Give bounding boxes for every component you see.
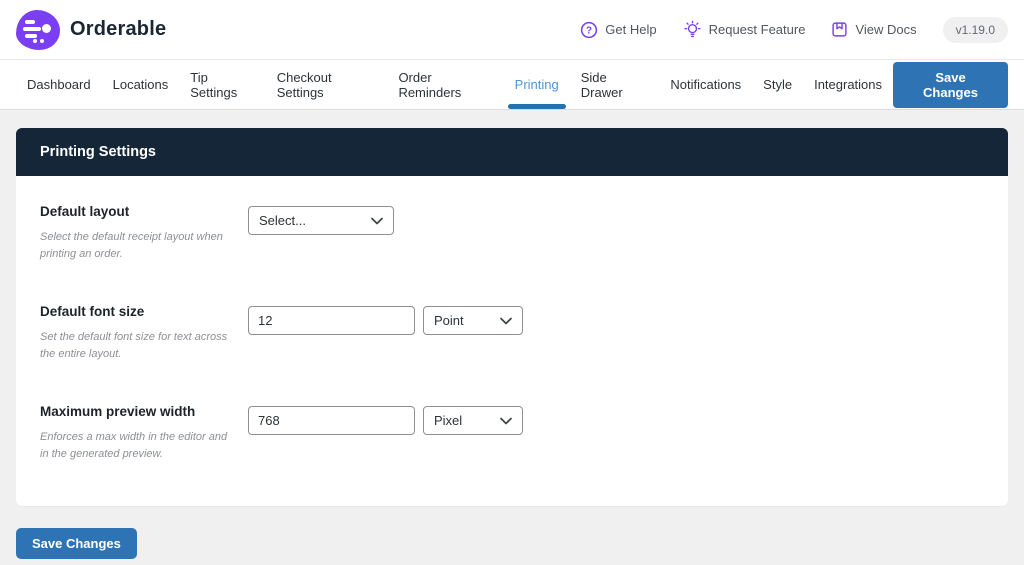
field-description: Select the default receipt layout when p… bbox=[40, 231, 223, 260]
chevron-down-icon bbox=[371, 213, 383, 228]
save-changes-button-top[interactable]: Save Changes bbox=[893, 61, 1008, 108]
tab-order-reminders[interactable]: Order Reminders bbox=[387, 60, 503, 109]
field-row-default-font-size: Default font size Set the default font s… bbox=[40, 304, 984, 362]
printing-settings-panel: Printing Settings Default layout Select … bbox=[16, 128, 1008, 506]
get-help-link[interactable]: ? Get Help bbox=[580, 21, 657, 39]
font-size-unit-select[interactable]: Point bbox=[423, 306, 523, 335]
tab-checkout-settings[interactable]: Checkout Settings bbox=[266, 60, 388, 109]
save-changes-button-bottom[interactable]: Save Changes bbox=[16, 528, 137, 559]
field-description: Set the default font size for text acros… bbox=[40, 331, 228, 360]
tab-locations[interactable]: Locations bbox=[102, 60, 180, 109]
panel-header: Printing Settings bbox=[16, 128, 1008, 176]
panel-title: Printing Settings bbox=[40, 144, 156, 160]
field-label: Default font size bbox=[40, 304, 145, 319]
field-label: Maximum preview width bbox=[40, 404, 196, 419]
tab-style[interactable]: Style bbox=[752, 60, 803, 109]
help-circle-icon: ? bbox=[580, 21, 598, 39]
field-row-max-preview-width: Maximum preview width Enforces a max wid… bbox=[40, 404, 984, 462]
tab-side-drawer[interactable]: Side Drawer bbox=[570, 60, 660, 109]
field-label: Default layout bbox=[40, 204, 130, 219]
lightbulb-icon bbox=[683, 20, 702, 39]
version-badge: v1.19.0 bbox=[942, 16, 1008, 43]
docs-icon bbox=[831, 21, 848, 38]
settings-nav: Dashboard Locations Tip Settings Checkou… bbox=[0, 60, 1024, 110]
field-description: Enforces a max width in the editor and i… bbox=[40, 431, 228, 460]
request-feature-link[interactable]: Request Feature bbox=[683, 20, 805, 39]
default-font-size-input[interactable] bbox=[248, 306, 415, 335]
brand-name: Orderable bbox=[70, 18, 167, 40]
tab-notifications[interactable]: Notifications bbox=[659, 60, 752, 109]
tab-tip-settings[interactable]: Tip Settings bbox=[179, 60, 265, 109]
view-docs-link[interactable]: View Docs bbox=[831, 21, 917, 38]
tab-integrations[interactable]: Integrations bbox=[803, 60, 893, 109]
tab-dashboard[interactable]: Dashboard bbox=[16, 60, 102, 109]
chevron-down-icon bbox=[500, 313, 512, 328]
top-header: Orderable ? Get Help Request Feature Vie… bbox=[0, 0, 1024, 60]
content-area: Printing Settings Default layout Select … bbox=[0, 110, 1024, 565]
chevron-down-icon bbox=[500, 413, 512, 428]
tab-printing[interactable]: Printing bbox=[504, 60, 570, 109]
field-row-default-layout: Default layout Select the default receip… bbox=[40, 204, 984, 262]
orderable-logo-icon bbox=[16, 9, 60, 50]
brand: Orderable bbox=[16, 9, 167, 50]
preview-width-unit-select[interactable]: Pixel bbox=[423, 406, 523, 435]
svg-text:?: ? bbox=[586, 25, 592, 36]
default-layout-select[interactable]: Select... bbox=[248, 206, 394, 235]
max-preview-width-input[interactable] bbox=[248, 406, 415, 435]
